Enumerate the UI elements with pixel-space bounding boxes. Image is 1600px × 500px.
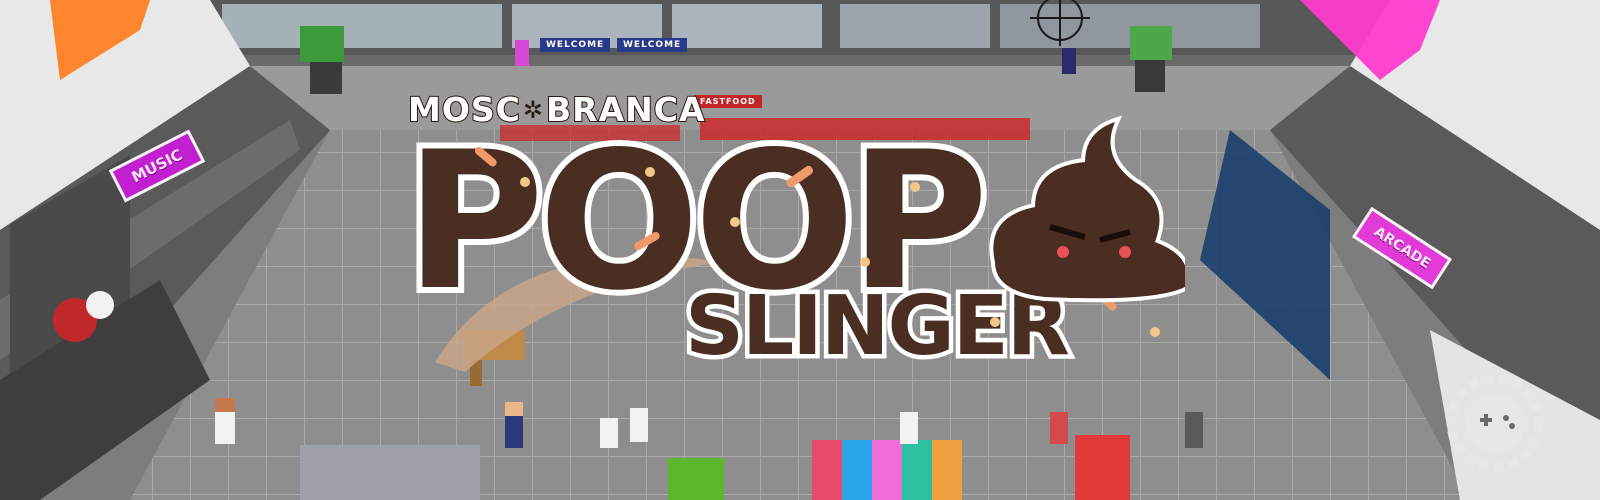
welcome-sign-2: WELCOME bbox=[617, 38, 688, 52]
welcome-sign-1: WELCOME bbox=[540, 38, 611, 52]
game-banner: WELCOME WELCOME FASTFOOD MUSIC ARCADE MO… bbox=[0, 0, 1600, 500]
title-slinger: SLINGER bbox=[685, 279, 1069, 372]
gear-controller-watermark-icon bbox=[1446, 374, 1544, 472]
poop-mascot-icon bbox=[989, 115, 1185, 303]
game-title-logo: POOP SLINGER bbox=[399, 112, 1185, 372]
